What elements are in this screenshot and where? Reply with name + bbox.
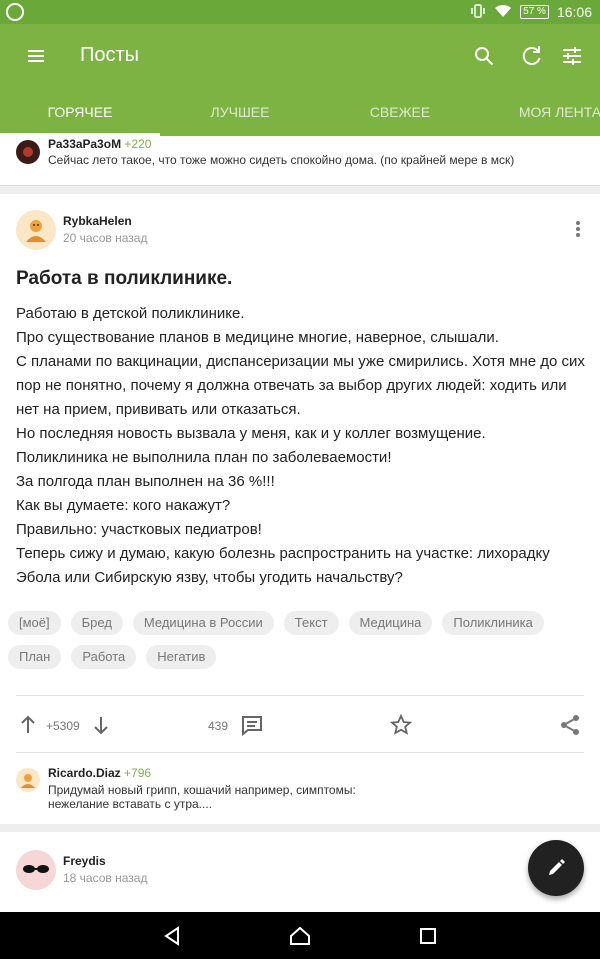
recent-apps-icon[interactable] xyxy=(416,924,440,948)
avatar[interactable] xyxy=(16,850,56,890)
avatar[interactable] xyxy=(16,140,40,164)
tag-chip[interactable]: Работа xyxy=(71,645,137,669)
tab-fresh[interactable]: Свежее xyxy=(320,88,480,136)
tag-chip[interactable]: [моё] xyxy=(8,611,61,635)
separator xyxy=(0,824,600,832)
separator xyxy=(0,186,600,194)
post-title[interactable]: Работа в поликлинике. xyxy=(16,268,232,290)
comments-icon[interactable] xyxy=(240,713,264,737)
app-bar: Посты xyxy=(0,24,600,88)
comment-preview[interactable]: Ricardo.Diaz +796 Придумай новый грипп, … xyxy=(0,758,600,824)
system-navigation-bar xyxy=(0,912,600,959)
pencil-icon xyxy=(544,856,568,885)
comments-count: 439 xyxy=(208,719,229,733)
tag-chip[interactable]: Негатив xyxy=(146,645,217,669)
comment-author[interactable]: Ра33аРа3оМ +220 xyxy=(48,137,151,151)
post-paragraph: С планами по вакцинации, диспансеризации… xyxy=(16,353,585,418)
tag-chip[interactable]: Медицина xyxy=(348,611,433,635)
divider xyxy=(16,695,584,696)
comment-author-name[interactable]: Ricardo.Diaz xyxy=(48,766,121,780)
battery-indicator: 57 % xyxy=(520,5,549,19)
tab-best[interactable]: Лучшее xyxy=(160,88,320,136)
divider xyxy=(16,752,584,753)
tab-my-feed[interactable]: Моя лента xyxy=(480,88,600,136)
tag-chip[interactable]: Поликлиника xyxy=(442,611,544,635)
status-bar: 57 % 16:06 xyxy=(0,0,600,24)
post-paragraph: Теперь сижу и думаю, какую болезнь распр… xyxy=(16,545,550,586)
tab-hot[interactable]: Горячее xyxy=(0,88,160,136)
comment-text-line: Придумай новый грипп, кошачий например, … xyxy=(48,783,356,797)
clock: 16:06 xyxy=(556,4,592,20)
refresh-icon[interactable] xyxy=(518,42,546,70)
comment-text: Сейчас лето такое, что тоже можно сидеть… xyxy=(48,153,515,167)
upvote-icon[interactable] xyxy=(16,713,40,737)
page-title: Посты xyxy=(80,44,140,66)
star-icon[interactable] xyxy=(389,713,413,737)
comment-author[interactable]: Ricardo.Diaz +796 xyxy=(48,766,151,780)
more-options-icon[interactable] xyxy=(572,220,584,240)
tag-chip[interactable]: Бред xyxy=(70,611,123,635)
downvote-icon[interactable] xyxy=(89,713,113,737)
tag-chip[interactable]: Текст xyxy=(283,611,339,635)
post-time: 20 часов назад xyxy=(63,231,148,245)
share-icon[interactable] xyxy=(558,713,582,737)
avatar[interactable] xyxy=(16,210,56,250)
tag-chip[interactable]: Медицина в России xyxy=(132,611,274,635)
search-icon[interactable] xyxy=(470,42,498,70)
back-icon[interactable] xyxy=(160,924,184,948)
post-author[interactable]: Freydis xyxy=(63,854,106,868)
tab-bar: Горячее Лучшее Свежее Моя лента xyxy=(0,88,600,136)
avatar[interactable] xyxy=(16,768,40,792)
menu-icon[interactable] xyxy=(22,44,50,68)
post-paragraph: Но последняя новость вызвала у меня, как… xyxy=(16,425,486,442)
filter-settings-icon[interactable] xyxy=(558,42,586,70)
comment-text-line: нежелание вставать с утра.... xyxy=(48,797,213,811)
vibrate-icon xyxy=(470,3,486,22)
post-time: 18 часов назад xyxy=(63,871,148,885)
post-paragraph: За полгода план выполнен на 36 %!!! xyxy=(16,473,275,490)
comment-preview[interactable]: Ра33аРа3оМ +220 Сейчас лето такое, что т… xyxy=(0,136,600,186)
tag-chip[interactable]: План xyxy=(8,645,62,669)
post-actions: +5309 439 xyxy=(0,700,600,750)
post-paragraph: Работаю в детской поликлинике. xyxy=(16,305,245,322)
wifi-icon xyxy=(494,4,512,21)
post-body: Работаю в детской поликлинике. Про сущес… xyxy=(16,302,586,590)
rating-count: +5309 xyxy=(46,719,80,733)
post-paragraph: Правильно: участковых педиатров! xyxy=(16,521,262,538)
comment-score: +796 xyxy=(124,766,152,780)
comment-score: +220 xyxy=(124,137,152,151)
comment-author-name[interactable]: Ра33аРа3оМ xyxy=(48,137,121,151)
comment-text: Придумай новый грипп, кошачий например, … xyxy=(48,783,548,811)
next-post[interactable]: Freydis 18 часов назад xyxy=(0,832,600,912)
post-paragraph: Как вы думаете: кого накажут? xyxy=(16,497,231,514)
post-paragraph: Поликлиника не выполнила план по заболев… xyxy=(16,449,392,466)
app-notification-icon xyxy=(6,3,24,21)
post-author[interactable]: RybkaHelen xyxy=(63,214,132,228)
create-post-button[interactable] xyxy=(528,840,584,896)
post-paragraph: Про существование планов в медицине мног… xyxy=(16,329,499,346)
tag-list: [моё] Бред Медицина в России Текст Медиц… xyxy=(8,611,588,669)
home-icon[interactable] xyxy=(288,924,312,948)
